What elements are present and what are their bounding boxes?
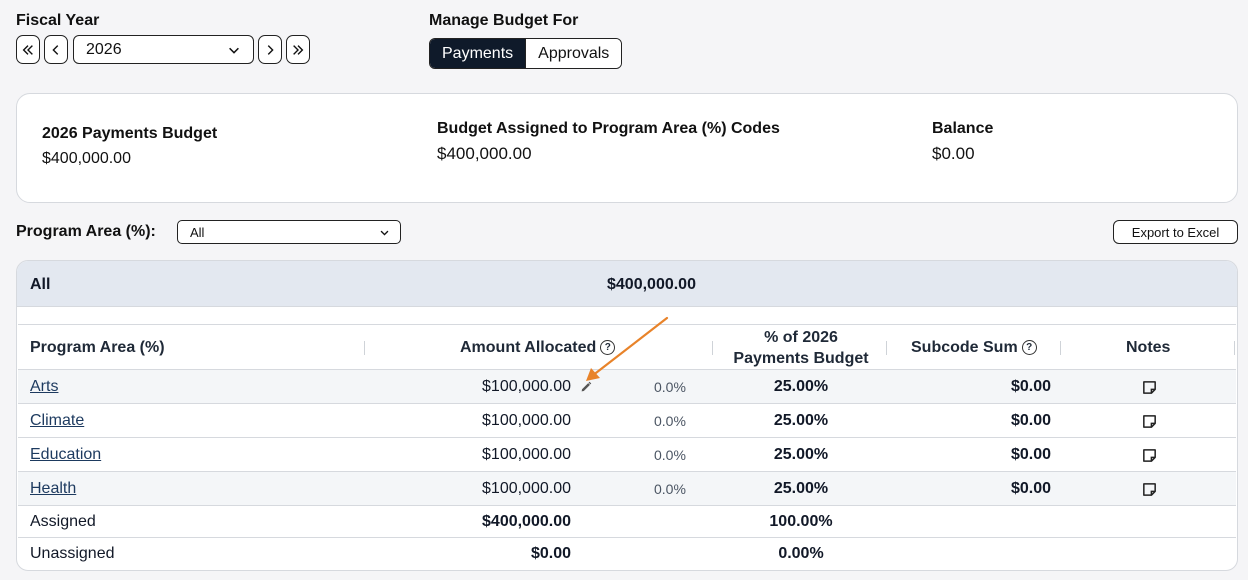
header-subcode-sum-label: Subcode Sum [911,339,1018,356]
fiscal-year-value: 2026 [86,40,122,58]
assigned-label: Assigned [30,513,96,530]
notes-button[interactable] [1141,404,1158,438]
assigned-title: Budget Assigned to Program Area (%) Code… [437,120,780,137]
note-icon [1143,482,1156,496]
pct-cell: 25.00% [773,412,829,429]
pct-cell: 25.00% [773,480,829,497]
chevrons-right-icon [293,44,304,55]
question-circle-icon[interactable]: ? [1021,340,1037,356]
pct-cell: 25.00% [773,378,829,395]
table-row: Education $100,000.00 0.0% 25.00% $0.00 [18,438,1236,472]
column-divider [364,341,365,355]
budget-table: All $400,000.00 Program Area (%) Amount … [16,260,1238,571]
assigned-amount: $400,000.00 [482,513,571,530]
table-row: Climate $100,000.00 0.0% 25.00% $0.00 [18,404,1236,438]
all-row-amount: $400,000.00 [607,276,696,293]
amount-cell[interactable]: $100,000.00 [368,404,571,438]
manage-budget-label: Manage Budget For [429,12,579,29]
note-icon [1143,414,1156,428]
chevron-right-icon [267,44,274,55]
pct-cell: 25.00% [773,446,829,463]
small-pct-cell: 0.0% [654,481,686,497]
amount-cell[interactable]: $100,000.00 [368,438,571,472]
subcode-cell: $0.00 [1010,480,1051,497]
assigned-pct: 100.00% [769,513,833,530]
header-subcode-sum[interactable]: Subcode Sum? [911,339,1037,357]
unassigned-pct: 0.00% [778,545,824,562]
note-icon [1143,380,1156,394]
balance-title: Balance [932,120,994,137]
notes-button[interactable] [1141,438,1158,472]
assigned-row: Assigned $400,000.00 100.00% [18,506,1236,538]
column-divider [886,341,887,355]
unassigned-amount: $0.00 [530,545,571,562]
column-divider [1234,341,1235,355]
amount-cell[interactable]: $100,000.00 [368,370,571,404]
fiscal-year-select[interactable]: 2026 [73,35,254,64]
amount-cell[interactable]: $100,000.00 [368,472,571,506]
header-pct-budget[interactable]: % of 2026 Payments Budget [718,327,884,369]
next-year-button[interactable] [258,35,282,64]
program-link-education[interactable]: Education [30,438,101,472]
note-icon [1143,448,1156,462]
annotation-arrow-icon [586,316,669,381]
budget-value: $400,000.00 [42,150,131,167]
small-pct-cell: 0.0% [654,413,686,429]
program-link-health[interactable]: Health [30,472,76,506]
program-area-filter-label: Program Area (%): [16,223,156,240]
subcode-cell: $0.00 [1010,378,1051,395]
program-area-filter-value: All [190,224,205,240]
unassigned-row: Unassigned $0.00 0.00% [18,538,1236,570]
notes-button[interactable] [1141,370,1158,404]
all-summary-row: All $400,000.00 [17,261,1237,307]
table-row: Health $100,000.00 0.0% 25.00% $0.00 [18,472,1236,506]
unassigned-label: Unassigned [30,545,115,562]
program-link-arts[interactable]: Arts [30,370,58,404]
fiscal-year-label: Fiscal Year [16,12,100,29]
approvals-toggle-button[interactable]: Approvals [525,39,622,68]
prev-year-button[interactable] [44,35,68,64]
chevrons-left-icon [22,44,33,55]
small-pct-cell: 0.0% [654,447,686,463]
header-program-area[interactable]: Program Area (%) [30,339,165,357]
subcode-cell: $0.00 [1010,446,1051,463]
balance-value: $0.00 [932,144,975,163]
program-area-filter-select[interactable]: All [177,220,401,244]
header-notes[interactable]: Notes [1126,339,1170,357]
export-to-excel-button[interactable]: Export to Excel [1113,220,1238,244]
all-row-label: All [30,276,51,293]
program-link-climate[interactable]: Climate [30,404,84,438]
column-divider [712,341,713,355]
chevron-down-icon [229,47,239,54]
notes-button[interactable] [1141,472,1158,506]
budget-type-toggle: Payments Approvals [429,38,623,69]
budget-summary-card: 2026 Payments Budget $400,000.00 Budget … [16,93,1238,203]
subcode-cell: $0.00 [1010,412,1051,429]
column-divider [1060,341,1061,355]
payments-toggle-button[interactable]: Payments [430,39,526,68]
first-year-button[interactable] [16,35,40,64]
header-pct-budget-line2: Payments Budget [733,350,869,367]
chevron-down-icon [380,230,389,236]
last-year-button[interactable] [286,35,310,64]
assigned-value: $400,000.00 [437,144,532,163]
header-pct-budget-line1: % of 2026 [764,329,838,346]
chevron-left-icon [52,44,59,55]
budget-title: 2026 Payments Budget [42,125,218,142]
